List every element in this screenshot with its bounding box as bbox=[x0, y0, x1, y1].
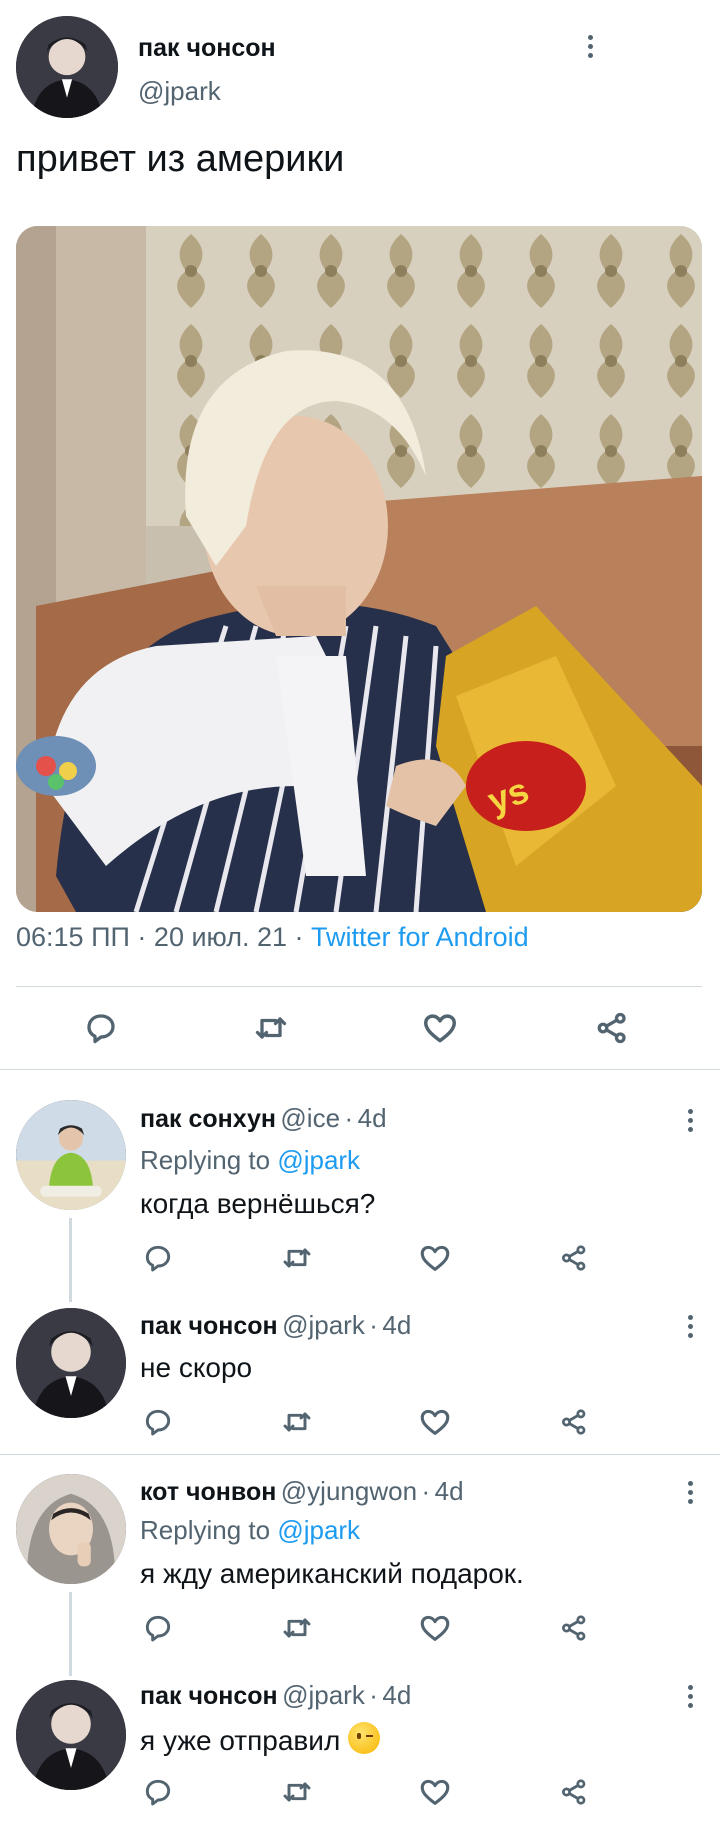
replying-to: Replying to @jpark bbox=[140, 1515, 360, 1546]
tweet-photo[interactable]: ys bbox=[16, 226, 702, 912]
share-button[interactable] bbox=[554, 1772, 594, 1812]
author-avatar[interactable] bbox=[16, 16, 118, 118]
more-options-icon[interactable] bbox=[578, 26, 602, 66]
reply-author-name[interactable]: пак чонсон bbox=[140, 1312, 278, 1340]
heart-icon bbox=[424, 1014, 456, 1043]
reply-button[interactable] bbox=[79, 1006, 123, 1050]
thread-connector bbox=[69, 1592, 72, 1676]
retweet-icon bbox=[283, 1618, 311, 1638]
photo-image: ys bbox=[16, 226, 702, 912]
reply-author-name[interactable]: пак сонхун bbox=[140, 1105, 276, 1133]
divider bbox=[0, 1069, 720, 1070]
tweet-source-link[interactable]: Twitter for Android bbox=[311, 922, 529, 952]
reply-icon bbox=[145, 1779, 171, 1806]
reply-more-options-icon[interactable] bbox=[678, 1472, 702, 1512]
replying-to-link[interactable]: @jpark bbox=[277, 1145, 360, 1175]
reply-header: пак чонсон @jpark · 4d bbox=[140, 1680, 411, 1711]
like-button[interactable] bbox=[415, 1772, 455, 1812]
author-handle[interactable]: @jpark bbox=[138, 76, 221, 107]
replying-to-prefix: Replying to bbox=[140, 1515, 271, 1545]
share-icon bbox=[562, 1779, 586, 1805]
reply-button[interactable] bbox=[138, 1402, 178, 1442]
reply-more-options-icon[interactable] bbox=[678, 1676, 702, 1716]
reply-text: я жду американский подарок. bbox=[140, 1558, 524, 1589]
replying-to: Replying to @jpark bbox=[140, 1145, 360, 1176]
tweet-date: 20 июл. 21 bbox=[153, 922, 287, 952]
tweet-meta: 06:15 ПП · 20 июл. 21 · Twitter for Andr… bbox=[16, 922, 529, 953]
retweet-button[interactable] bbox=[277, 1402, 317, 1442]
reply-avatar[interactable] bbox=[16, 1308, 126, 1418]
divider bbox=[0, 1454, 720, 1455]
divider bbox=[16, 986, 702, 987]
reply-author-handle[interactable]: @ice bbox=[280, 1103, 340, 1133]
reply-button[interactable] bbox=[138, 1608, 178, 1648]
share-icon bbox=[562, 1409, 586, 1435]
reply-text-row: я уже отправил bbox=[140, 1722, 381, 1757]
reply-header: пак сонхун @ice · 4d bbox=[140, 1103, 387, 1134]
like-button[interactable] bbox=[415, 1238, 455, 1278]
reply-age: 4d bbox=[382, 1680, 412, 1710]
replying-to-link[interactable]: @jpark bbox=[277, 1515, 360, 1545]
reply-age: 4d bbox=[382, 1310, 412, 1340]
retweet-button[interactable] bbox=[249, 1006, 293, 1050]
share-button[interactable] bbox=[554, 1238, 594, 1278]
like-button[interactable] bbox=[415, 1608, 455, 1648]
tweet-text: привет из америки bbox=[16, 138, 345, 180]
reply-author-handle[interactable]: @yjungwon bbox=[281, 1476, 417, 1506]
reply-button[interactable] bbox=[138, 1772, 178, 1812]
reply-author-handle[interactable]: @jpark bbox=[282, 1310, 365, 1340]
like-button[interactable] bbox=[415, 1402, 455, 1442]
retweet-button[interactable] bbox=[277, 1608, 317, 1648]
author-name[interactable]: пак чонсон bbox=[138, 34, 276, 63]
reply-button[interactable] bbox=[138, 1238, 178, 1278]
retweet-icon bbox=[255, 1017, 287, 1039]
thread-connector bbox=[69, 1218, 72, 1302]
separator: · bbox=[344, 1103, 354, 1133]
separator: · bbox=[369, 1310, 378, 1340]
share-button[interactable] bbox=[554, 1402, 594, 1442]
reply-age: 4d bbox=[434, 1476, 464, 1506]
share-button[interactable] bbox=[590, 1006, 634, 1050]
reply-avatar[interactable] bbox=[16, 1474, 126, 1584]
replying-to-prefix: Replying to bbox=[140, 1145, 271, 1175]
like-button[interactable] bbox=[418, 1006, 462, 1050]
reply-more-options-icon[interactable] bbox=[678, 1306, 702, 1346]
reply-icon bbox=[87, 1014, 115, 1044]
reply-icon bbox=[145, 1245, 171, 1272]
share-button[interactable] bbox=[554, 1608, 594, 1648]
separator: · bbox=[421, 1476, 431, 1506]
retweet-icon bbox=[283, 1248, 311, 1268]
share-icon bbox=[562, 1615, 586, 1641]
meta-separator: · bbox=[294, 922, 304, 952]
reply-text: когда вернёшься? bbox=[140, 1188, 376, 1219]
reply-more-options-icon[interactable] bbox=[678, 1100, 702, 1140]
reply-text: я уже отправил bbox=[140, 1725, 341, 1756]
heart-icon bbox=[420, 1779, 450, 1805]
reply-author-handle[interactable]: @jpark bbox=[282, 1680, 365, 1710]
heart-icon bbox=[420, 1409, 450, 1435]
reply-age: 4d bbox=[357, 1103, 387, 1133]
heart-icon bbox=[420, 1615, 450, 1641]
reply-avatar[interactable] bbox=[16, 1680, 126, 1790]
reply-icon bbox=[145, 1409, 171, 1436]
reply-avatar[interactable] bbox=[16, 1100, 126, 1210]
share-icon bbox=[597, 1012, 626, 1044]
share-icon bbox=[562, 1245, 586, 1271]
reply-text: не скоро bbox=[140, 1352, 253, 1383]
retweet-icon bbox=[283, 1412, 311, 1432]
reply-header: кот чонвон @yjungwon · 4d bbox=[140, 1476, 464, 1507]
winking-face-emoji-icon bbox=[348, 1722, 381, 1754]
tweet-time: 06:15 ПП bbox=[16, 922, 130, 952]
retweet-button[interactable] bbox=[277, 1772, 317, 1812]
separator: · bbox=[369, 1680, 378, 1710]
reply-icon bbox=[145, 1615, 171, 1642]
reply-header: пак чонсон @jpark · 4d bbox=[140, 1310, 411, 1341]
reply-author-name[interactable]: кот чонвон bbox=[140, 1478, 276, 1506]
retweet-icon bbox=[283, 1782, 311, 1802]
retweet-button[interactable] bbox=[277, 1238, 317, 1278]
meta-separator: · bbox=[137, 922, 147, 952]
heart-icon bbox=[420, 1245, 450, 1271]
reply-author-name[interactable]: пак чонсон bbox=[140, 1682, 278, 1710]
